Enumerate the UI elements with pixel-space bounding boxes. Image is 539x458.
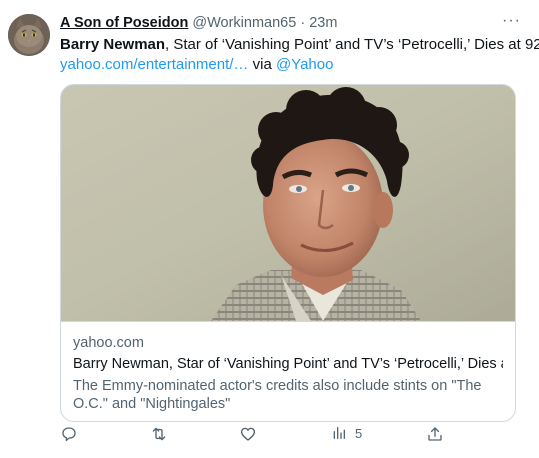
link-preview-card[interactable]: yahoo.com Barry Newman, Star of ‘Vanishi…: [60, 84, 516, 422]
card-image[interactable]: [61, 85, 515, 321]
separator-dot: ·: [300, 15, 306, 31]
more-options-icon[interactable]: ···: [502, 12, 521, 30]
reply-button[interactable]: [60, 425, 78, 443]
views-count: 5: [355, 425, 363, 441]
heart-icon: [240, 427, 256, 441]
retweet-icon: [152, 427, 166, 441]
share-icon: [428, 427, 442, 441]
retweet-button[interactable]: [149, 425, 169, 443]
author-handle[interactable]: @Workinman65: [192, 15, 296, 31]
reply-icon: [62, 427, 76, 442]
views-button[interactable]: 5: [331, 425, 362, 441]
analytics-icon: [333, 427, 345, 439]
card-description: The Emmy-nominated actor's credits also …: [73, 378, 482, 412]
tweet-text-links: yahoo.com/entertainment/… via @Yahoo: [60, 56, 333, 73]
author-name[interactable]: A Son of Poseidon: [60, 15, 188, 31]
avatar[interactable]: [8, 14, 50, 56]
tweet-text-headline: Barry Newman, Star of ‘Vanishing Point’ …: [60, 36, 539, 53]
via-text: via: [248, 56, 276, 73]
card-title[interactable]: Barry Newman, Star of ‘Vanishing Point’ …: [73, 356, 503, 372]
actor-portrait-photo: [61, 85, 515, 321]
headline-bold-name: Barry Newman: [60, 36, 166, 53]
like-button[interactable]: [239, 425, 257, 443]
headline-rest: , Star of ‘Vanishing Point’ and TV’s ‘Pe…: [165, 36, 539, 53]
tweet-header: A Son of Poseidon @Workinman65 · 23m: [60, 15, 337, 31]
share-button[interactable]: [426, 425, 444, 443]
cat-avatar-image: [8, 14, 50, 56]
card-domain: yahoo.com: [73, 335, 144, 351]
tweet-actions-bar: 5: [0, 425, 539, 449]
card-divider: [61, 321, 515, 322]
article-link[interactable]: yahoo.com/entertainment/…: [60, 56, 248, 73]
via-mention-link[interactable]: @Yahoo: [276, 56, 334, 73]
tweet[interactable]: A Son of Poseidon @Workinman65 · 23m ···…: [0, 0, 539, 458]
tweet-timestamp[interactable]: 23m: [309, 15, 337, 31]
